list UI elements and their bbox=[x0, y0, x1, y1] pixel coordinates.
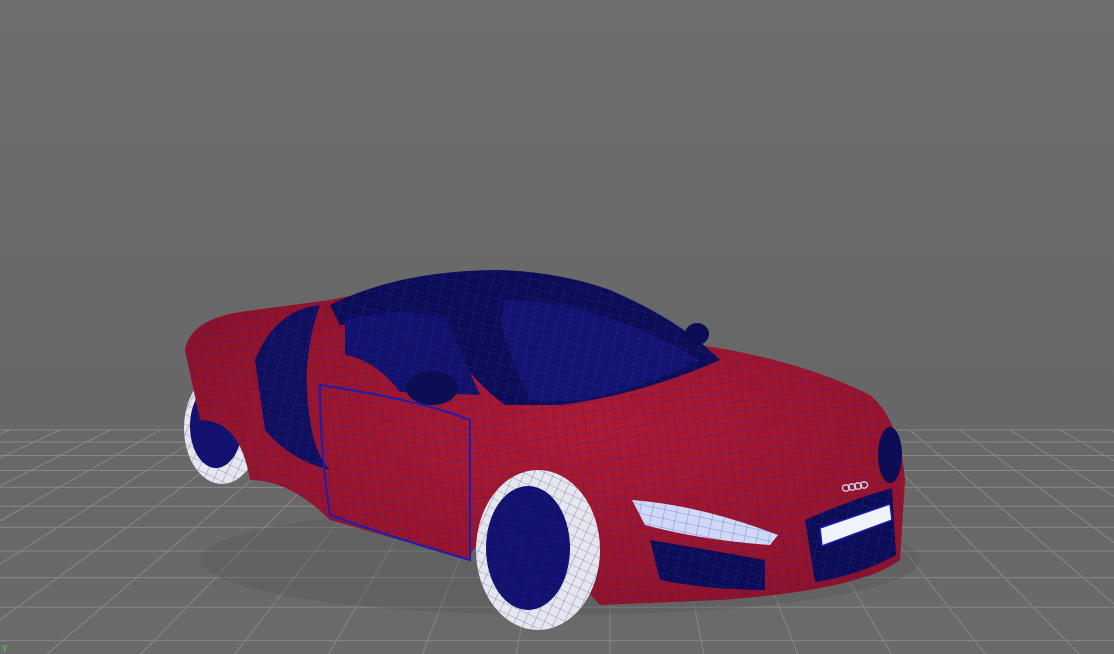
grid-line bbox=[0, 429, 111, 487]
grid-line bbox=[959, 429, 1114, 544]
3d-viewport[interactable]: y bbox=[0, 0, 1114, 654]
grid-line bbox=[0, 429, 61, 459]
axis-indicator-label: y bbox=[2, 643, 8, 653]
grid-line bbox=[1009, 429, 1114, 498]
front-right-wheel-hint bbox=[878, 427, 902, 483]
grid-line bbox=[909, 429, 1114, 605]
grid-line bbox=[0, 429, 11, 435]
grid-line bbox=[0, 429, 161, 522]
grid-line bbox=[1059, 429, 1114, 462]
front-wheel[interactable] bbox=[476, 470, 600, 630]
viewport-canvas[interactable] bbox=[0, 0, 1114, 654]
